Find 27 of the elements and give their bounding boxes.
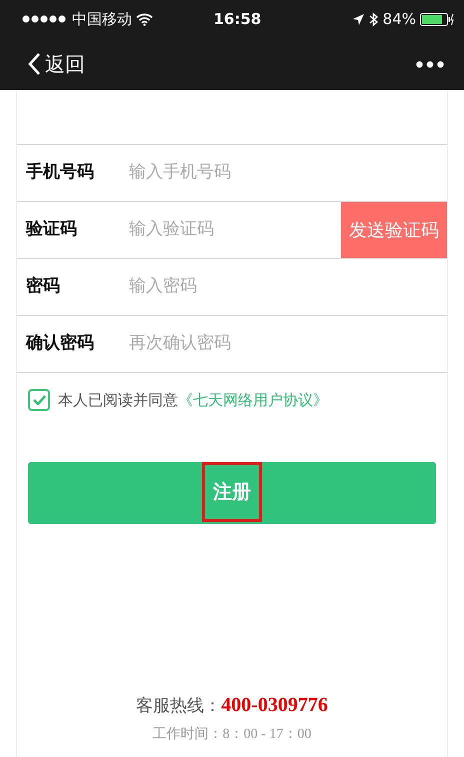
hotline-text: 客服热线：400-0309776 [135,693,329,718]
location-arrow-icon [352,12,365,26]
field-label: 手机号码 [25,161,95,184]
more-icon[interactable] [416,60,444,68]
carrier-name: 中国移动 [72,8,132,30]
input-field[interactable]: 再次确认密码 [127,330,447,358]
agreement-link[interactable]: 《七天网络用户协议》 [178,391,328,409]
back-button[interactable]: 返回 [28,49,85,79]
chevron-left-icon [28,53,41,75]
wifi-icon [136,12,153,26]
send-code-button[interactable]: 发送验证码 [341,202,447,258]
signal-icon [22,15,68,23]
input-field[interactable]: 输入手机号码 [127,159,447,187]
battery-icon [420,12,454,26]
field-label: 验证码 [24,218,78,242]
register-button[interactable]: 注册 [28,462,436,524]
field-label: 密码 [25,275,61,298]
agreement-checkbox[interactable] [28,389,50,412]
battery-percent: 84% [382,8,416,30]
input-field[interactable]: 输入密码 [127,273,447,301]
working-hours: 工作时间：8：00 - 17：00 [152,726,312,744]
input-field[interactable]: 输入验证码 [127,216,341,244]
bluetooth-icon [368,12,379,26]
agreement-text: 本人已阅读并同意《七天网络用户协议》 [58,390,328,411]
status-time: 16:58 [213,8,262,30]
field-label: 确认密码 [24,332,95,356]
checkmark-icon [32,395,46,406]
